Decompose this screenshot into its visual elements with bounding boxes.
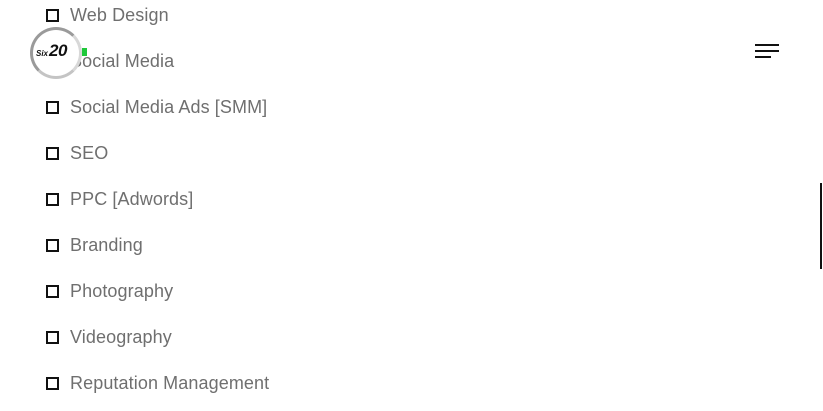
checkbox-icon[interactable]: [46, 100, 59, 114]
list-item[interactable]: Photography: [46, 268, 269, 314]
site-logo[interactable]: Six 20: [30, 27, 87, 79]
hamburger-menu-icon[interactable]: [755, 44, 780, 60]
list-item[interactable]: Branding: [46, 222, 269, 268]
menu-bar: [755, 50, 779, 52]
checkbox-icon[interactable]: [46, 238, 59, 252]
checkbox-icon[interactable]: [46, 330, 59, 344]
service-label: Branding: [70, 234, 143, 255]
service-label: Social Media Ads [SMM]: [70, 96, 268, 117]
service-label: Photography: [70, 280, 174, 301]
service-label: Videography: [70, 326, 172, 347]
scrollbar-thumb[interactable]: [820, 183, 822, 269]
service-label: Web Design: [70, 4, 169, 25]
checkbox-icon[interactable]: [46, 146, 59, 160]
menu-bar: [755, 56, 771, 58]
list-item[interactable]: PPC [Adwords]: [46, 176, 269, 222]
list-item[interactable]: Social Media Ads [SMM]: [46, 84, 269, 130]
checkbox-icon[interactable]: [46, 376, 59, 390]
checkbox-icon[interactable]: [46, 8, 59, 22]
logo-small-text: Six: [36, 49, 49, 58]
service-label: SEO: [70, 142, 109, 163]
scrollbar[interactable]: [819, 0, 823, 411]
logo-big-text: 20: [49, 41, 67, 60]
service-label: PPC [Adwords]: [70, 188, 194, 209]
checkbox-icon[interactable]: [46, 284, 59, 298]
list-item[interactable]: Reputation Management: [46, 360, 269, 406]
list-item[interactable]: SEO: [46, 130, 269, 176]
checkbox-icon[interactable]: [46, 192, 59, 206]
service-label: Reputation Management: [70, 372, 270, 393]
logo-text: Six 20: [36, 41, 82, 61]
logo-accent-dot: [82, 48, 87, 56]
menu-bar: [755, 44, 779, 46]
list-item[interactable]: Videography: [46, 314, 269, 360]
